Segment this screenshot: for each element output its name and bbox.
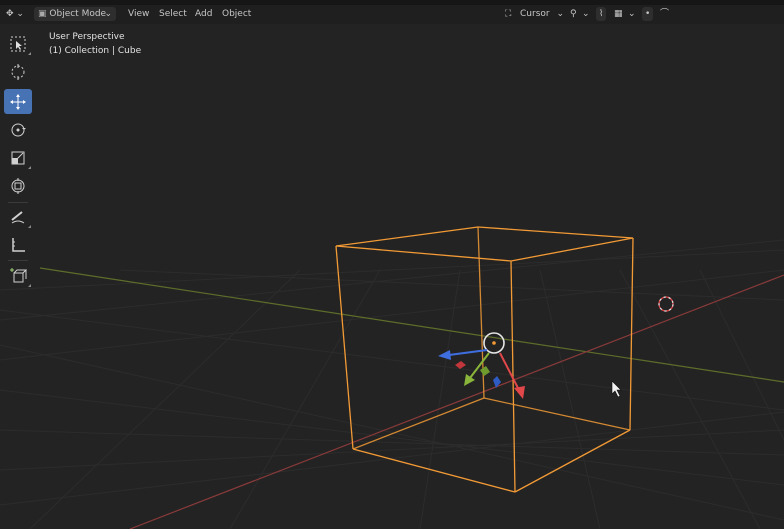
editor-type-icon: ✥ bbox=[6, 9, 14, 19]
3d-viewport[interactable]: ✥ ⌄ ▣ Object Mode ⌄ View Select Add Obje… bbox=[0, 0, 784, 529]
cube-edge bbox=[352, 448, 516, 493]
object-origin bbox=[492, 341, 496, 345]
gizmo-plane-handle[interactable] bbox=[480, 366, 490, 376]
viewport-header: ✥ ⌄ ▣ Object Mode ⌄ View Select Add Obje… bbox=[0, 0, 784, 24]
menu-add[interactable]: Add bbox=[195, 7, 212, 21]
cube-edge bbox=[352, 397, 485, 450]
tool-rotate[interactable] bbox=[4, 117, 32, 142]
tool-scale[interactable] bbox=[4, 145, 32, 170]
annotate-icon bbox=[11, 210, 25, 223]
rotate-icon bbox=[11, 123, 26, 136]
select-box-icon bbox=[10, 36, 26, 51]
mouse-pointer-icon bbox=[611, 380, 622, 398]
tool-cursor[interactable] bbox=[4, 59, 32, 84]
grid-line bbox=[0, 429, 784, 471]
menu-view[interactable]: View bbox=[128, 7, 149, 21]
tool-corner bbox=[28, 166, 31, 169]
grid-line bbox=[0, 344, 784, 521]
object-mode-icon: ▣ bbox=[38, 9, 47, 19]
gizmo-plane-handle[interactable] bbox=[493, 376, 501, 388]
tool-corner bbox=[28, 284, 31, 287]
perspective-label: User Perspective bbox=[49, 32, 125, 42]
chevron-down-icon: ⌄ bbox=[16, 9, 24, 19]
scene-canvas[interactable] bbox=[0, 0, 784, 529]
proportional-falloff-icon[interactable]: • bbox=[642, 7, 654, 21]
snap-grid-icon[interactable]: ▦ bbox=[614, 7, 623, 21]
floor-grid bbox=[0, 239, 784, 529]
gizmo-z-arrow[interactable] bbox=[438, 350, 451, 360]
chevron-down-icon[interactable]: ⌄ bbox=[628, 7, 636, 21]
tool-corner bbox=[28, 225, 31, 228]
pivot-label: Cursor bbox=[520, 9, 550, 19]
cube-edge bbox=[335, 226, 479, 247]
transform-icon bbox=[11, 177, 25, 194]
mode-dropdown[interactable]: ▣ Object Mode ⌄ bbox=[34, 7, 116, 21]
editor-type-dropdown[interactable]: ✥ ⌄ bbox=[6, 7, 24, 21]
tool-transform[interactable] bbox=[4, 173, 32, 198]
grid-line bbox=[0, 309, 784, 411]
3d-cursor[interactable] bbox=[658, 296, 674, 312]
grid-line bbox=[0, 389, 784, 486]
cursor-icon bbox=[11, 63, 25, 80]
tool-measure[interactable] bbox=[4, 232, 32, 257]
cube-edge bbox=[335, 245, 354, 450]
toolbar-divider bbox=[8, 202, 28, 203]
transform-orientation-icon: ⛶ bbox=[505, 9, 512, 19]
mode-label: Object Mode bbox=[49, 9, 107, 19]
tool-select-box[interactable] bbox=[4, 31, 32, 56]
chevron-down-icon: ⌄ bbox=[104, 9, 112, 19]
move-icon bbox=[10, 93, 26, 110]
menu-select[interactable]: Select bbox=[159, 7, 187, 21]
gizmo-y-arrow[interactable] bbox=[464, 374, 475, 386]
grid-line bbox=[419, 269, 461, 529]
measure-icon bbox=[12, 237, 25, 252]
gizmo-z-axis[interactable] bbox=[448, 349, 488, 356]
cube-edge bbox=[483, 397, 631, 431]
top-strip bbox=[0, 0, 784, 5]
toolbar-divider bbox=[8, 260, 28, 261]
grid-line bbox=[619, 269, 761, 529]
gizmo-x-axis[interactable] bbox=[499, 352, 519, 389]
cube-edge bbox=[477, 226, 634, 239]
chevron-down-icon: ⌄ bbox=[556, 9, 565, 19]
cube-edge bbox=[514, 429, 631, 493]
snap-icon[interactable]: ⚲ bbox=[570, 7, 577, 21]
menu-object[interactable]: Object bbox=[222, 7, 251, 21]
scale-icon bbox=[11, 151, 25, 164]
grid-line bbox=[699, 269, 784, 441]
y-axis-line bbox=[39, 267, 784, 383]
tool-corner bbox=[28, 52, 31, 55]
grid-line bbox=[29, 269, 301, 529]
gizmo-x-arrow[interactable] bbox=[514, 386, 525, 399]
x-axis-line bbox=[129, 274, 784, 529]
add-cube-icon bbox=[10, 267, 27, 282]
collection-label: (1) Collection | Cube bbox=[49, 46, 142, 56]
falloff-curve-icon[interactable]: ⌒ bbox=[660, 7, 669, 21]
grid-line bbox=[0, 411, 784, 506]
cube-edge bbox=[335, 245, 512, 262]
tool-add-cube[interactable] bbox=[4, 263, 32, 288]
pivot-dropdown[interactable]: Cursor ⌄ bbox=[520, 7, 564, 21]
grid-line bbox=[539, 269, 601, 529]
chevron-down-icon[interactable]: ⌄ bbox=[582, 7, 590, 21]
tool-move[interactable] bbox=[4, 89, 32, 114]
tool-annotate[interactable] bbox=[4, 204, 32, 229]
proportional-edit-icon[interactable]: ⌇ bbox=[596, 7, 607, 21]
